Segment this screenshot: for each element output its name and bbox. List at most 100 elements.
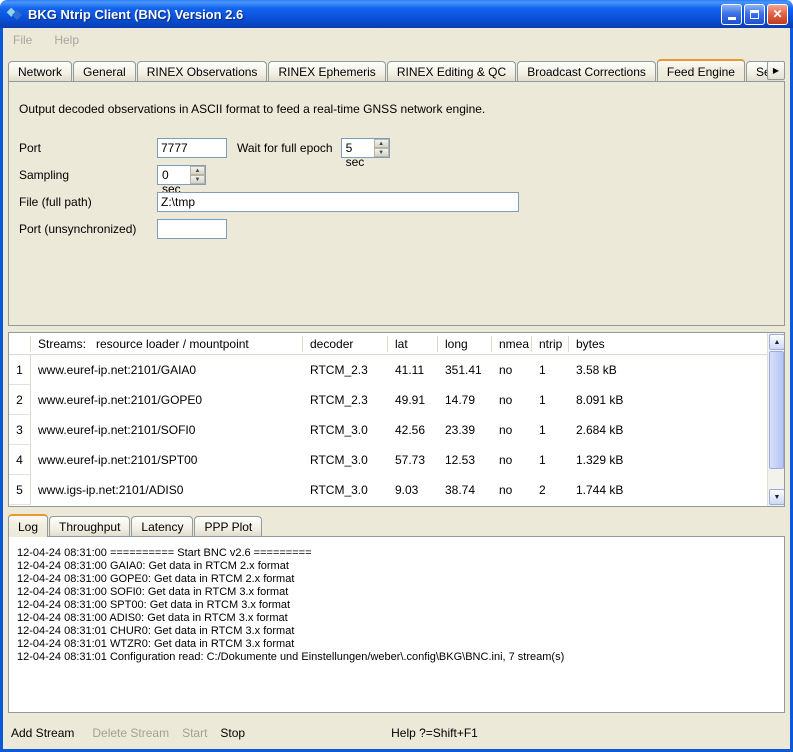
port-input[interactable] <box>157 138 227 158</box>
menu-file[interactable]: File <box>13 33 32 47</box>
table-scrollbar[interactable]: ▲ ▼ <box>767 333 784 506</box>
port-unsync-input[interactable] <box>157 219 227 239</box>
tab-general[interactable]: General <box>73 61 136 81</box>
table-row[interactable]: 4 www.euref-ip.net:2101/SPT00 RTCM_3.0 5… <box>9 445 767 475</box>
tab-network[interactable]: Network <box>8 61 72 81</box>
spin-down-button[interactable]: ▼ <box>190 175 205 184</box>
log-line: 12-04-24 08:31:01 WTZR0: Get data in RTC… <box>17 638 776 651</box>
cell-mountpoint: www.euref-ip.net:2101/GAIA0 <box>31 363 303 377</box>
sampling-spinner[interactable]: 0 sec ▲ ▼ <box>157 165 206 185</box>
close-button[interactable]: ✕ <box>767 4 788 25</box>
wait-epoch-spinner[interactable]: 5 sec ▲ ▼ <box>341 138 390 158</box>
tab-label: RINEX Editing & QC <box>397 65 506 79</box>
table-row[interactable]: 2 www.euref-ip.net:2101/GOPE0 RTCM_2.3 4… <box>9 385 767 415</box>
tab-throughput[interactable]: Throughput <box>49 516 130 536</box>
cell-decoder: RTCM_2.3 <box>303 393 388 407</box>
tab-label: Broadcast Corrections <box>527 65 646 79</box>
delete-stream-button[interactable]: Delete Stream <box>92 726 169 740</box>
cell-ntrip: 2 <box>532 483 569 497</box>
spin-down-button[interactable]: ▼ <box>374 148 389 157</box>
stop-button[interactable]: Stop <box>220 726 245 740</box>
log-line: 12-04-24 08:31:01 Configuration read: C:… <box>17 651 776 664</box>
spinner-arrows: ▲ ▼ <box>190 166 205 184</box>
table-row[interactable]: 5 www.igs-ip.net:2101/ADIS0 RTCM_3.0 9.0… <box>9 475 767 505</box>
close-icon: ✕ <box>772 8 782 20</box>
tab-latency[interactable]: Latency <box>131 516 193 536</box>
window-controls: ✕ <box>721 4 788 25</box>
cell-bytes: 3.58 kB <box>569 363 767 377</box>
help-button[interactable]: Help ?=Shift+F1 <box>391 726 478 740</box>
table-row[interactable]: 1 www.euref-ip.net:2101/GAIA0 RTCM_2.3 4… <box>9 355 767 385</box>
row-number: 2 <box>9 385 31 415</box>
start-button[interactable]: Start <box>182 726 207 740</box>
log-line: 12-04-24 08:31:00 ADIS0: Get data in RTC… <box>17 612 776 625</box>
action-bar: Add Stream Delete Stream Start Stop Help… <box>11 726 790 740</box>
table-row[interactable]: 3 www.euref-ip.net:2101/SOFI0 RTCM_3.0 4… <box>9 415 767 445</box>
tab-label: Latency <box>141 520 183 534</box>
tab-feed-engine[interactable]: Feed Engine <box>657 59 745 81</box>
header-decoder: decoder <box>303 336 388 352</box>
row-number: 4 <box>9 445 31 475</box>
cell-ntrip: 1 <box>532 363 569 377</box>
file-path-input[interactable] <box>157 192 519 212</box>
tab-rinex-editing-qc[interactable]: RINEX Editing & QC <box>387 61 516 81</box>
header-mountpoint: Streams: resource loader / mountpoint <box>31 336 303 352</box>
cell-decoder: RTCM_2.3 <box>303 363 388 377</box>
spinner-arrows: ▲ ▼ <box>374 139 389 157</box>
tab-rinex-observations[interactable]: RINEX Observations <box>137 61 268 81</box>
tab-rinex-ephemeris[interactable]: RINEX Ephemeris <box>268 61 385 81</box>
maximize-button[interactable] <box>744 4 765 25</box>
cell-decoder: RTCM_3.0 <box>303 453 388 467</box>
header-ntrip: ntrip <box>532 336 569 352</box>
sampling-row: Sampling 0 sec ▲ ▼ <box>19 165 774 185</box>
sampling-label: Sampling <box>19 168 157 182</box>
cell-nmea: no <box>492 423 532 437</box>
file-path-row: File (full path) <box>19 192 774 212</box>
row-number: 3 <box>9 415 31 445</box>
cell-mountpoint: www.euref-ip.net:2101/SPT00 <box>31 453 303 467</box>
arrow-down-icon: ▼ <box>774 494 781 501</box>
panel-description: Output decoded observations in ASCII for… <box>19 102 774 116</box>
cell-lat: 42.56 <box>388 423 438 437</box>
cell-nmea: no <box>492 453 532 467</box>
file-path-label: File (full path) <box>19 195 157 209</box>
spin-up-button[interactable]: ▲ <box>190 166 205 175</box>
tab-label: General <box>83 65 126 79</box>
menu-help[interactable]: Help <box>54 33 79 47</box>
cell-ntrip: 1 <box>532 423 569 437</box>
log-line: 12-04-24 08:31:00 GAIA0: Get data in RTC… <box>17 560 776 573</box>
tab-scroll-right-button[interactable]: ▶ <box>767 61 785 80</box>
window-title: BKG Ntrip Client (BNC) Version 2.6 <box>28 7 721 22</box>
scrollbar-thumb[interactable] <box>769 351 784 469</box>
cell-mountpoint: www.euref-ip.net:2101/GOPE0 <box>31 393 303 407</box>
header-bytes: bytes <box>569 336 767 352</box>
minimize-icon <box>728 17 736 20</box>
cell-nmea: no <box>492 483 532 497</box>
header-lat: lat <box>388 336 438 352</box>
cell-lat: 9.03 <box>388 483 438 497</box>
titlebar[interactable]: BKG Ntrip Client (BNC) Version 2.6 ✕ <box>0 0 793 28</box>
tab-label: Throughput <box>59 520 120 534</box>
tab-broadcast-corrections[interactable]: Broadcast Corrections <box>517 61 656 81</box>
add-stream-button[interactable]: Add Stream <box>11 726 74 740</box>
spin-up-icon: ▲ <box>378 141 384 147</box>
maximize-icon <box>750 10 759 19</box>
cell-mountpoint: www.igs-ip.net:2101/ADIS0 <box>31 483 303 497</box>
cell-decoder: RTCM_3.0 <box>303 483 388 497</box>
cell-lat: 49.91 <box>388 393 438 407</box>
tab-label: RINEX Ephemeris <box>278 65 375 79</box>
tab-log[interactable]: Log <box>8 514 48 537</box>
port-unsync-label: Port (unsynchronized) <box>19 222 157 236</box>
scroll-down-button[interactable]: ▼ <box>769 489 785 505</box>
cell-mountpoint: www.euref-ip.net:2101/SOFI0 <box>31 423 303 437</box>
spin-up-button[interactable]: ▲ <box>374 139 389 148</box>
log-panel: 12-04-24 08:31:00 ========== Start BNC v… <box>8 536 785 713</box>
tab-ppp-plot[interactable]: PPP Plot <box>194 516 262 536</box>
log-line: 12-04-24 08:31:00 SOFI0: Get data in RTC… <box>17 586 776 599</box>
minimize-button[interactable] <box>721 4 742 25</box>
feed-engine-panel: Output decoded observations in ASCII for… <box>8 81 785 326</box>
scroll-up-button[interactable]: ▲ <box>769 334 785 350</box>
cell-long: 23.39 <box>438 423 492 437</box>
tab-label: RINEX Observations <box>147 65 258 79</box>
app-icon <box>6 6 24 22</box>
